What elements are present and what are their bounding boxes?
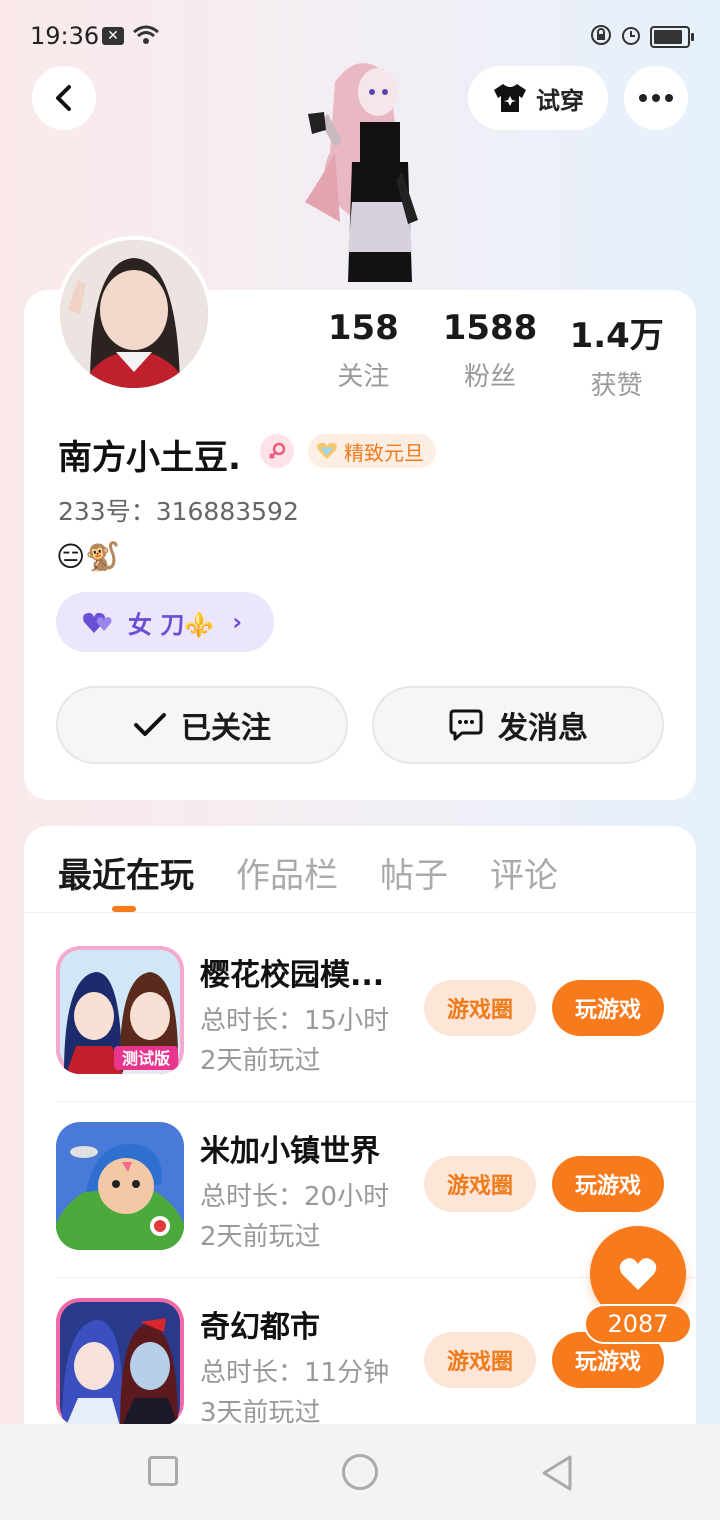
game-icon-fantasy-city[interactable]: [56, 1298, 184, 1426]
game-last-played: 2天前玩过: [200, 1222, 321, 1252]
status-time: 19:36: [30, 22, 100, 50]
game-duration: 总时长：11分钟: [200, 1358, 390, 1388]
heart-badge-icon: [317, 442, 337, 459]
stat-following[interactable]: 158 关注: [300, 308, 427, 402]
relationship-tag[interactable]: 女 刀⚜️ ›: [56, 592, 274, 652]
profile-stats: 158 关注 1588 粉丝 1.4万 获赞: [300, 308, 680, 402]
check-icon: [134, 713, 166, 736]
stat-label: 粉丝: [464, 362, 517, 392]
try-on-label: 试穿: [536, 86, 584, 115]
more-options-button[interactable]: [624, 66, 688, 130]
game-icon-miga[interactable]: [56, 1122, 184, 1250]
game-last-played: 2天前玩过: [200, 1046, 321, 1076]
tab-posts[interactable]: 帖子: [380, 848, 448, 897]
home-icon[interactable]: [342, 1454, 378, 1490]
game-name: 米加小镇世界: [200, 1134, 380, 1169]
stat-likes[interactable]: 1.4万 获赞: [553, 308, 680, 402]
avatar-figure[interactable]: [290, 52, 430, 292]
alarm-icon: [620, 24, 642, 50]
lock-rotation-icon: [590, 24, 612, 50]
profile-tabs: 最近在玩 作品栏 帖子 评论: [58, 848, 558, 897]
game-circle-button[interactable]: 游戏圈: [424, 1156, 536, 1212]
followed-label: 已关注: [181, 711, 271, 746]
game-icon-sakura[interactable]: 测试版: [56, 946, 184, 1074]
stat-followers[interactable]: 1588 粉丝: [427, 308, 554, 402]
divider: [24, 912, 696, 913]
like-count: 2087: [584, 1304, 692, 1344]
heart-icon: [619, 1258, 657, 1290]
notification-x-icon: ✕: [102, 27, 124, 45]
game-circle-button[interactable]: 游戏圈: [424, 980, 536, 1036]
chat-bubble-icon: [449, 709, 483, 741]
tab-comments[interactable]: 评论: [490, 848, 558, 897]
hearts-icon: [83, 612, 112, 633]
stat-label: 获赞: [590, 371, 643, 401]
medal-badge[interactable]: 精致元旦: [308, 434, 436, 468]
stat-value: 1588: [442, 308, 538, 348]
battery-icon: [650, 26, 694, 48]
tab-recently-played[interactable]: 最近在玩: [58, 848, 194, 897]
tab-works[interactable]: 作品栏: [236, 848, 338, 897]
more-dots-icon: [639, 94, 647, 102]
wifi-icon: [132, 24, 160, 50]
game-circle-button[interactable]: 游戏圈: [424, 1332, 536, 1388]
game-name: 奇幻都市: [200, 1310, 320, 1345]
game-row[interactable]: 测试版 樱花校园模... 总时长：15小时 2天前玩过 游戏圈 玩游戏: [56, 926, 696, 1102]
system-nav-bar: [0, 1424, 720, 1520]
more-dot: [665, 94, 673, 102]
back-triangle-icon[interactable]: [540, 1454, 574, 1492]
tshirt-icon: [494, 84, 526, 112]
followed-button[interactable]: 已关注: [56, 686, 348, 764]
user-id: 233号：316883592: [58, 497, 299, 526]
nickname: 南方小土豆.: [58, 438, 241, 478]
stat-label: 关注: [337, 362, 390, 392]
more-dot: [652, 94, 660, 102]
play-game-button[interactable]: 玩游戏: [552, 980, 664, 1036]
tag-label: 女 刀⚜️: [128, 610, 215, 639]
game-duration: 总时长：15小时: [200, 1006, 390, 1036]
game-duration: 总时长：20小时: [200, 1182, 390, 1212]
chevron-right-icon: ›: [232, 608, 243, 636]
send-message-label: 发消息: [498, 711, 588, 746]
try-on-button[interactable]: 试穿: [468, 66, 608, 130]
game-row[interactable]: 米加小镇世界 总时长：20小时 2天前玩过 游戏圈 玩游戏: [56, 1102, 696, 1278]
avatar[interactable]: [56, 236, 212, 392]
content-card: 最近在玩 作品栏 帖子 评论 测试版 樱花校园模... 总时长：15小时 2天前…: [24, 826, 696, 1466]
stat-value: 1.4万: [569, 316, 664, 356]
svg-text:测试版: 测试版: [122, 1049, 170, 1068]
game-name: 樱花校园模...: [200, 958, 385, 993]
back-button[interactable]: [32, 66, 96, 130]
medal-label: 精致元旦: [344, 440, 424, 465]
stat-value: 158: [327, 308, 399, 348]
recent-apps-icon[interactable]: [148, 1456, 178, 1486]
send-message-button[interactable]: 发消息: [372, 686, 664, 764]
play-game-button[interactable]: 玩游戏: [552, 1156, 664, 1212]
bio-emojis: 😑🐒: [56, 540, 121, 573]
female-icon: [260, 434, 294, 468]
chevron-left-icon: [56, 85, 71, 111]
